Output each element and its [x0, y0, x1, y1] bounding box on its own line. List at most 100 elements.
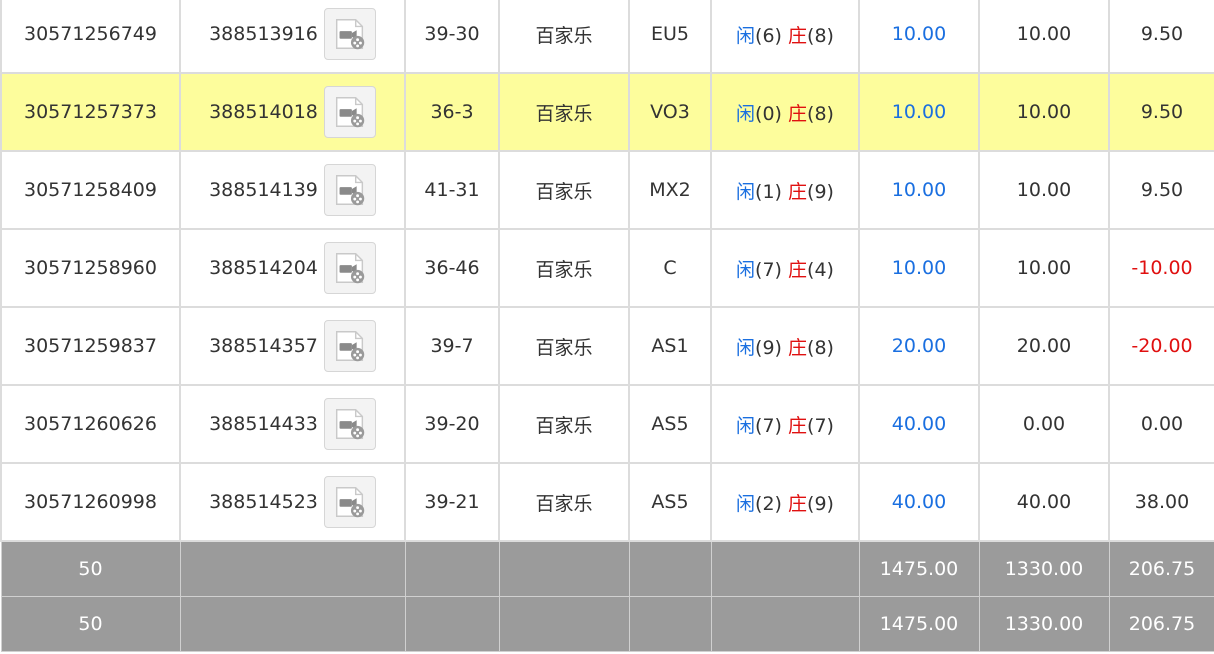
table-code-cell: AS5: [628, 462, 712, 542]
valid-bet-cell: 10.00: [978, 150, 1110, 230]
round-cell: 388514018: [179, 72, 406, 152]
player-label: 闲: [736, 258, 756, 281]
order-id-cell: 30571258960: [0, 228, 181, 308]
game-name: 百家乐: [535, 414, 593, 437]
video-replay-icon[interactable]: [323, 8, 376, 60]
valid-bet-cell: 10.00: [978, 228, 1110, 308]
order-id-cell: 30571256749: [0, 0, 181, 74]
table-code-cell: AS5: [628, 384, 712, 464]
round-id: 388514139: [209, 179, 318, 201]
order-id-cell: 30571258409: [0, 150, 181, 230]
round-id: 388514018: [209, 101, 318, 123]
round-id: 388514204: [209, 257, 318, 279]
player-label: 闲: [736, 180, 756, 203]
game-name: 百家乐: [535, 336, 593, 359]
count-cell: 50: [0, 596, 181, 652]
round-cell: 388514139: [179, 150, 406, 230]
result-cell: 闲(6) 庄(8): [710, 0, 860, 74]
valid-bet: 10.00: [1016, 257, 1072, 279]
profit: 9.50: [1140, 101, 1184, 123]
video-replay-icon[interactable]: [323, 164, 376, 216]
table-number: 39-7: [430, 335, 474, 357]
bet-amount: 10.00: [891, 23, 947, 45]
totals-body: 50 1475.00 1330.00 206.75 50 1475.00 133…: [0, 540, 1214, 652]
table-row: 30571258409 388514139 41-31 百家乐 MX2 闲(1)…: [0, 150, 1214, 230]
profit-cell: -20.00: [1108, 306, 1214, 386]
empty-cell: [404, 540, 500, 597]
round-cell: 388514523: [179, 462, 406, 542]
total-bet-cell: 1475.00: [858, 596, 980, 652]
table-number: 39-21: [424, 491, 480, 513]
bet-amount-cell: 20.00: [858, 306, 980, 386]
valid-bet: 20.00: [1016, 335, 1072, 357]
empty-cell: [498, 540, 630, 597]
table-code-cell: VO3: [628, 72, 712, 152]
player-value: (7): [755, 414, 782, 437]
video-replay-icon[interactable]: [323, 242, 376, 294]
bet-amount: 40.00: [891, 491, 947, 513]
order-id: 30571258960: [24, 257, 157, 279]
bet-amount-cell: 10.00: [858, 228, 980, 308]
bet-amount: 10.00: [891, 257, 947, 279]
banker-label: 庄: [788, 336, 808, 359]
player-value: (7): [755, 258, 782, 281]
bet-amount-cell: 10.00: [858, 150, 980, 230]
game-cell: 百家乐: [498, 72, 630, 152]
profit-cell: 0.00: [1108, 384, 1214, 464]
player-label: 闲: [736, 24, 756, 47]
valid-bet: 10.00: [1016, 101, 1072, 123]
count-cell: 50: [0, 540, 181, 597]
video-replay-icon[interactable]: [323, 398, 376, 450]
order-id-cell: 30571260998: [0, 462, 181, 542]
record-count: 50: [78, 613, 103, 635]
empty-cell: [628, 540, 712, 597]
banker-label: 庄: [788, 258, 808, 281]
profit: 9.50: [1140, 179, 1184, 201]
table-body: 30571256749 388513916 39-30 百家乐 EU5 闲(6)…: [0, 0, 1214, 542]
round-id: 388514357: [209, 335, 318, 357]
video-replay-icon[interactable]: [323, 476, 376, 528]
banker-label: 庄: [788, 102, 808, 125]
valid-bet: 0.00: [1022, 413, 1066, 435]
bet-amount: 40.00: [891, 413, 947, 435]
round-id: 388514523: [209, 491, 318, 513]
video-replay-icon[interactable]: [323, 320, 376, 372]
total-bet-cell: 1475.00: [858, 540, 980, 597]
result-cell: 闲(2) 庄(9): [710, 462, 860, 542]
game-cell: 百家乐: [498, 462, 630, 542]
profit: -20.00: [1131, 335, 1193, 357]
video-replay-icon[interactable]: [323, 86, 376, 138]
table-row: 30571256749 388513916 39-30 百家乐 EU5 闲(6)…: [0, 0, 1214, 74]
empty-cell: [710, 540, 860, 597]
round-cell: 388514357: [179, 306, 406, 386]
valid-bet-cell: 10.00: [978, 0, 1110, 74]
table-code: VO3: [650, 101, 690, 123]
valid-bet-cell: 20.00: [978, 306, 1110, 386]
round-cell: 388514204: [179, 228, 406, 308]
round-id: 388514433: [209, 413, 318, 435]
total-valid-cell: 1330.00: [978, 596, 1110, 652]
result-cell: 闲(7) 庄(4): [710, 228, 860, 308]
bet-amount: 20.00: [891, 335, 947, 357]
order-id-cell: 30571259837: [0, 306, 181, 386]
order-id: 30571260626: [24, 413, 157, 435]
total-bet: 1475.00: [879, 613, 959, 635]
record-count: 50: [78, 558, 103, 580]
result-cell: 闲(7) 庄(7): [710, 384, 860, 464]
total-valid: 1330.00: [1004, 558, 1084, 580]
order-id-cell: 30571257373: [0, 72, 181, 152]
game-name: 百家乐: [535, 24, 593, 47]
total-bet: 1475.00: [879, 558, 959, 580]
table-number-cell: 39-20: [404, 384, 500, 464]
result-cell: 闲(9) 庄(8): [710, 306, 860, 386]
table-number-cell: 41-31: [404, 150, 500, 230]
bet-amount-cell: 10.00: [858, 72, 980, 152]
banker-value: (4): [807, 258, 834, 281]
round-cell: 388513916: [179, 0, 406, 74]
table-number-cell: 36-3: [404, 72, 500, 152]
total-profit: 206.75: [1128, 613, 1196, 635]
round-id: 388513916: [209, 23, 318, 45]
player-label: 闲: [736, 492, 756, 515]
bet-amount-cell: 40.00: [858, 462, 980, 542]
banker-value: (9): [807, 180, 834, 203]
